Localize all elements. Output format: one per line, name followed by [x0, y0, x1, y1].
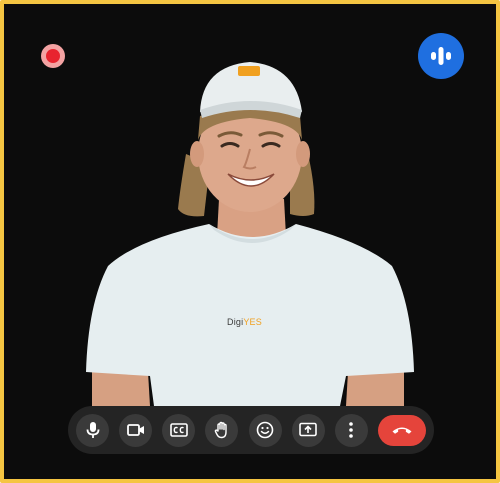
raise-hand-icon: [214, 421, 227, 439]
emoji-button[interactable]: [248, 413, 282, 447]
recording-indicator-icon: [41, 44, 65, 68]
captions-button[interactable]: [162, 413, 196, 447]
video-call-frame: DigiYES: [0, 0, 500, 483]
camera-icon: [126, 424, 144, 436]
raise-hand-button[interactable]: [205, 413, 239, 447]
call-controls-toolbar: [68, 406, 434, 454]
present-screen-button[interactable]: [291, 413, 325, 447]
present-screen-icon: [299, 422, 318, 437]
captions-icon: [169, 423, 188, 437]
recording-dot: [46, 49, 60, 63]
end-call-button[interactable]: [377, 414, 426, 446]
more-options-icon: [349, 422, 354, 438]
microphone-icon: [86, 422, 99, 438]
shirt-logo-accent: YES: [243, 317, 262, 327]
microphone-button[interactable]: [76, 413, 109, 447]
more-options-button[interactable]: [334, 413, 368, 447]
shirt-logo-text: Digi: [227, 317, 244, 327]
camera-button[interactable]: [119, 413, 153, 447]
speaking-indicator-icon: [418, 33, 464, 79]
emoji-icon: [256, 421, 274, 439]
shirt-logo: DigiYES: [227, 317, 262, 327]
end-call-icon: [392, 427, 412, 434]
